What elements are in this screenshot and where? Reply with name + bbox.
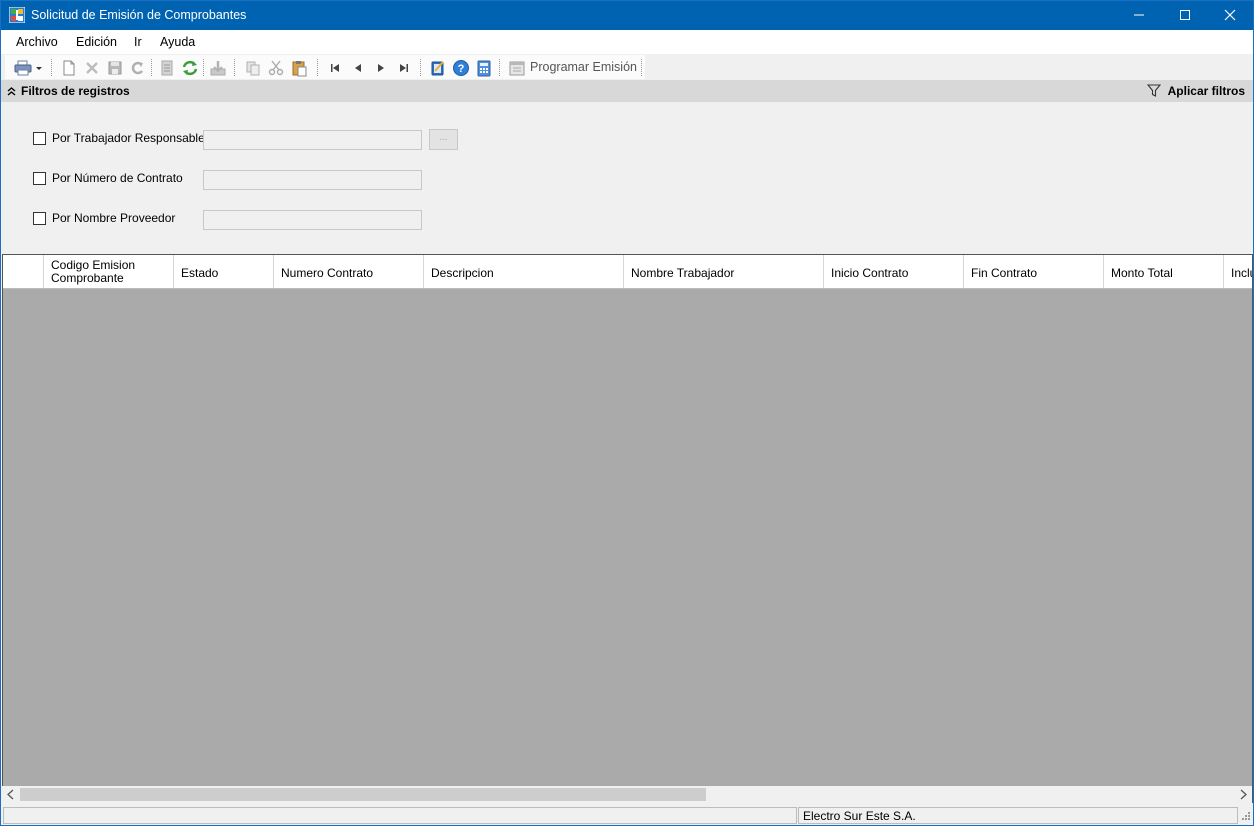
menu-bar: Archivo Edición Ir Ayuda	[1, 30, 1253, 54]
first-record-icon[interactable]	[326, 59, 344, 77]
column-header-nombre-trabajador[interactable]: Nombre Trabajador	[624, 255, 824, 288]
filter-supplier-field[interactable]	[203, 210, 422, 230]
filter-panel-header: Filtros de registros Aplicar filtros	[1, 80, 1253, 102]
filter-panel-title: Filtros de registros	[21, 84, 130, 98]
column-header-label: Nombre Trabajador	[631, 266, 735, 280]
filter-funnel-icon	[1146, 84, 1162, 101]
menu-edicion[interactable]: Edición	[76, 35, 117, 49]
column-header-label: Monto Total	[1111, 266, 1173, 280]
calculator-icon[interactable]	[475, 59, 493, 77]
records-grid[interactable]: Codigo Emision Comprobante Estado Numero…	[2, 254, 1253, 803]
edit-document-icon[interactable]	[429, 59, 447, 77]
resize-grip-icon[interactable]	[1241, 810, 1251, 824]
column-header-label: Inicio Contrato	[831, 266, 909, 280]
menu-ir[interactable]: Ir	[134, 35, 142, 49]
scroll-left-icon[interactable]	[4, 788, 18, 801]
new-document-icon[interactable]	[60, 59, 78, 77]
filter-supplier-label: Por Nombre Proveedor	[52, 211, 176, 225]
filter-worker-checkbox[interactable]	[33, 132, 46, 145]
filter-supplier-checkbox[interactable]	[33, 212, 46, 225]
paste-icon[interactable]	[290, 59, 308, 77]
status-company: Electro Sur Este S.A.	[798, 807, 1238, 824]
application-window: Solicitud de Emisión de Comprobantes Arc…	[0, 0, 1254, 826]
filter-row-supplier: Por Nombre Proveedor	[33, 209, 203, 229]
filter-contract-label: Por Número de Contrato	[52, 171, 183, 185]
apply-filters-button[interactable]: Aplicar filtros	[1141, 83, 1245, 100]
toolbar-separator	[234, 59, 235, 76]
next-record-icon[interactable]	[372, 59, 390, 77]
close-icon	[1224, 9, 1236, 21]
toolbar-separator	[203, 59, 204, 76]
minimize-button[interactable]	[1116, 1, 1162, 30]
last-record-icon[interactable]	[395, 59, 413, 77]
row-selector-header[interactable]	[3, 255, 44, 288]
grid-header: Codigo Emision Comprobante Estado Numero…	[3, 255, 1252, 289]
toolbar-separator	[51, 59, 52, 76]
collapse-chevron-icon[interactable]	[7, 85, 16, 99]
previous-record-icon[interactable]	[349, 59, 367, 77]
column-header-fin-contrato[interactable]: Fin Contrato	[964, 255, 1104, 288]
delete-icon[interactable]	[83, 59, 101, 77]
title-bar: Solicitud de Emisión de Comprobantes	[1, 1, 1253, 30]
filter-worker-field[interactable]	[203, 130, 422, 150]
filter-row-contract: Por Número de Contrato	[33, 169, 203, 189]
cut-icon[interactable]	[267, 59, 285, 77]
app-icon	[8, 6, 26, 24]
toolbar-separator	[151, 59, 152, 76]
refresh-icon[interactable]	[181, 59, 199, 77]
svg-text:?: ?	[458, 63, 465, 75]
apply-filters-label: Aplicar filtros	[1167, 84, 1245, 98]
export-icon[interactable]	[209, 59, 227, 77]
toolbar-strip: ? Programar Emisión	[5, 55, 645, 79]
filter-contract-field[interactable]	[203, 170, 422, 190]
save-icon[interactable]	[106, 59, 124, 77]
column-header-descripcion[interactable]: Descripcion	[424, 255, 624, 288]
status-company-text: Electro Sur Este S.A.	[803, 809, 916, 823]
column-header-monto-total[interactable]: Monto Total	[1104, 255, 1224, 288]
menu-ayuda[interactable]: Ayuda	[160, 35, 195, 49]
filter-contract-checkbox[interactable]	[33, 172, 46, 185]
column-header-label: Estado	[181, 266, 219, 280]
status-message	[3, 807, 797, 824]
minimize-icon	[1134, 14, 1144, 16]
toolbar: ? Programar Emisión	[1, 54, 1253, 80]
column-header-numero-contrato[interactable]: Numero Contrato	[274, 255, 424, 288]
column-header-incluye[interactable]: Inclu	[1224, 255, 1252, 288]
toolbar-separator	[499, 59, 500, 76]
scroll-right-icon[interactable]	[1236, 788, 1250, 801]
help-icon[interactable]: ?	[452, 59, 470, 77]
status-bar: Electro Sur Este S.A.	[1, 805, 1253, 825]
column-header-label: Numero Contrato	[281, 266, 374, 280]
print-icon[interactable]	[14, 59, 44, 77]
column-header-estado[interactable]: Estado	[174, 255, 274, 288]
window-title: Solicitud de Emisión de Comprobantes	[31, 8, 247, 22]
toolbar-separator	[317, 59, 318, 76]
copy-icon[interactable]	[244, 59, 262, 77]
undo-icon[interactable]	[129, 59, 147, 77]
print-preview-icon[interactable]	[158, 59, 176, 77]
filter-panel: Por Trabajador Responsable ... Por Númer…	[1, 102, 1253, 254]
column-header-label: Inclu	[1231, 266, 1252, 280]
scrollbar-thumb[interactable]	[20, 788, 706, 801]
column-header-label: Fin Contrato	[971, 266, 1038, 280]
column-header-label: Descripcion	[431, 266, 494, 280]
calendar-icon[interactable]	[508, 59, 526, 77]
toolbar-separator	[641, 59, 642, 76]
column-header-inicio-contrato[interactable]: Inicio Contrato	[824, 255, 964, 288]
maximize-button[interactable]	[1162, 1, 1208, 30]
column-header-label: Codigo Emision Comprobante	[51, 258, 136, 285]
horizontal-scrollbar[interactable]	[2, 786, 1252, 803]
program-emission-button[interactable]: Programar Emisión	[530, 60, 637, 74]
close-button[interactable]	[1207, 1, 1253, 30]
toolbar-separator	[420, 59, 421, 76]
worker-lookup-button[interactable]: ...	[429, 129, 458, 150]
filter-worker-label: Por Trabajador Responsable	[52, 131, 205, 145]
menu-archivo[interactable]: Archivo	[16, 35, 58, 49]
maximize-icon	[1180, 10, 1190, 20]
column-header-codigo[interactable]: Codigo Emision Comprobante	[44, 255, 174, 288]
